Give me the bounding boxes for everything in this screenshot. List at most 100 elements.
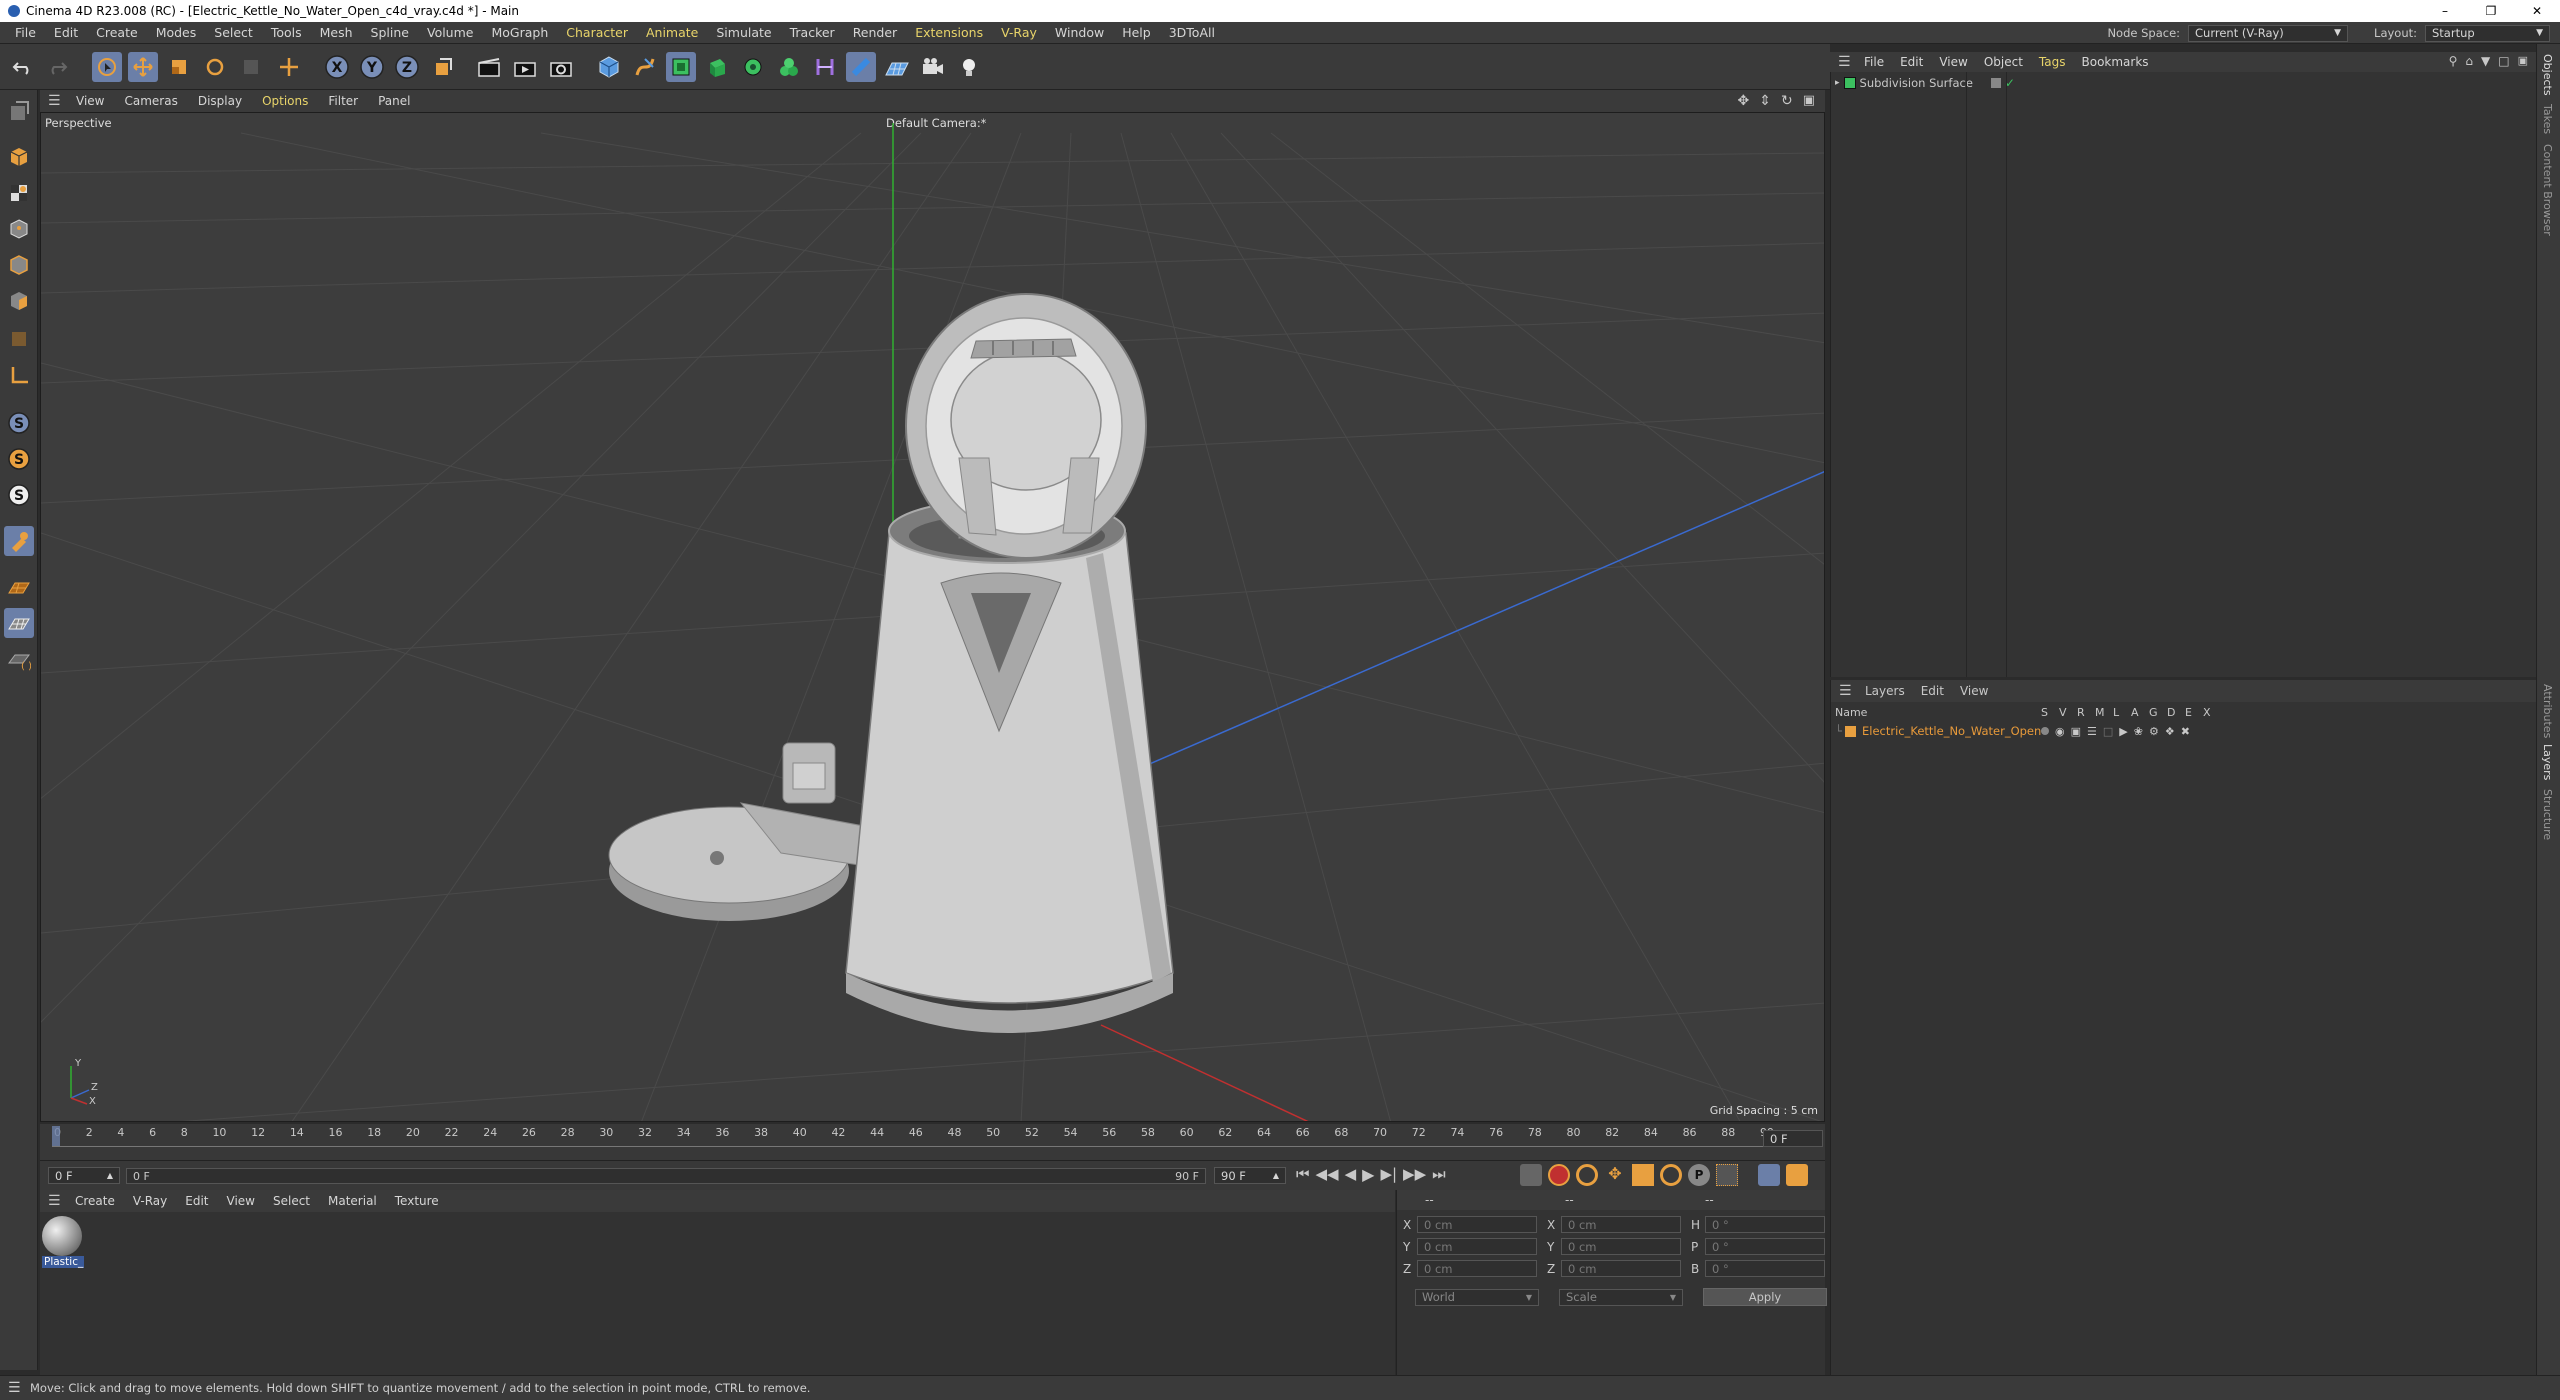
home-icon[interactable]: ⌂ — [2465, 54, 2473, 68]
undo-button[interactable] — [8, 52, 38, 82]
render-settings-button[interactable] — [546, 52, 576, 82]
position-x-field[interactable]: 0 cm — [1417, 1216, 1537, 1233]
search-icon[interactable]: ⚲ — [2449, 54, 2458, 68]
x-axis-lock-button[interactable]: X — [322, 52, 352, 82]
hamburger-icon[interactable]: ☰ — [1831, 683, 1857, 699]
key-pla-icon[interactable] — [1716, 1164, 1738, 1186]
menu-file[interactable]: File — [6, 25, 45, 40]
menu-mesh[interactable]: Mesh — [311, 25, 362, 40]
layer-name[interactable]: Electric_Kettle_No_Water_Open — [1862, 724, 2041, 738]
menu-3dtoall[interactable]: 3DToAll — [1160, 25, 1224, 40]
rotate-view-icon[interactable]: ↻ — [1781, 93, 1793, 109]
light-button[interactable] — [954, 52, 984, 82]
edges-mode-button[interactable] — [4, 250, 34, 280]
material-menu-texture[interactable]: Texture — [386, 1194, 448, 1208]
viewport-menu-cameras[interactable]: Cameras — [114, 94, 187, 108]
3d-viewport[interactable]: Perspective Default Camera:* Y Z X Grid … — [40, 112, 1825, 1122]
menu-help[interactable]: Help — [1113, 25, 1160, 40]
pen-spline-button[interactable] — [630, 52, 660, 82]
extrude-button[interactable] — [702, 52, 732, 82]
layer-manager-icon[interactable]: ☰ — [2087, 725, 2097, 738]
layer-color-swatch[interactable] — [1845, 725, 1856, 737]
locked-workplane-button[interactable] — [4, 572, 34, 602]
minimize-button[interactable]: – — [2422, 0, 2468, 22]
material-item[interactable]: Plastic_E — [42, 1216, 84, 1268]
menu-mograph[interactable]: MoGraph — [482, 25, 557, 40]
layer-xref-icon[interactable]: ✖ — [2181, 725, 2190, 738]
live-selection-button[interactable] — [92, 52, 122, 82]
key-rotation-icon[interactable] — [1660, 1164, 1682, 1186]
viewport-menu-panel[interactable]: Panel — [368, 94, 420, 108]
cube-object-button[interactable] — [594, 52, 624, 82]
tab-attributes[interactable]: Attributes — [2541, 684, 2554, 738]
object-menu-edit[interactable]: Edit — [1892, 55, 1931, 69]
hamburger-icon[interactable]: ☰ — [40, 1193, 66, 1209]
layer-visible-eye-icon[interactable]: ◉ — [2055, 725, 2065, 738]
layer-menu-view[interactable]: View — [1952, 684, 1996, 698]
object-menu-tags[interactable]: Tags — [2031, 55, 2074, 69]
coordinate-mode-dropdown[interactable]: World ▼ — [1415, 1288, 1539, 1306]
object-row-subdivision-surface[interactable]: ▸ Subdivision Surface ✓ — [1835, 76, 2015, 90]
snap-button[interactable]: S — [4, 408, 34, 438]
autokey-icon[interactable] — [1576, 1164, 1598, 1186]
scale-tool-button[interactable] — [164, 52, 194, 82]
menu-character[interactable]: Character — [557, 25, 637, 40]
playhead-marker[interactable] — [52, 1126, 60, 1146]
editor-visibility-icon[interactable] — [1990, 78, 2001, 88]
motion-record-icon[interactable] — [1520, 1164, 1542, 1186]
position-y-field[interactable]: 0 cm — [1417, 1238, 1537, 1255]
next-frame-icon[interactable]: ▶| — [1380, 1165, 1397, 1184]
material-menu-view[interactable]: View — [218, 1194, 264, 1208]
recent-tools-button[interactable] — [236, 52, 266, 82]
menu-create[interactable]: Create — [87, 25, 147, 40]
coordinate-system-button[interactable] — [428, 52, 458, 82]
deformer-button[interactable] — [810, 52, 840, 82]
material-menu-create[interactable]: Create — [66, 1194, 124, 1208]
key-scale-icon[interactable] — [1632, 1164, 1654, 1186]
key-parameter-icon[interactable]: P — [1688, 1164, 1710, 1186]
hamburger-icon[interactable]: ☰ — [8, 1380, 21, 1396]
tab-structure[interactable]: Structure — [2541, 789, 2554, 840]
viewport-menu-display[interactable]: Display — [188, 94, 252, 108]
make-editable-button[interactable] — [4, 96, 34, 126]
end-frame-field[interactable]: 90 F ▲ — [1214, 1167, 1286, 1184]
material-menu-material[interactable]: Material — [319, 1194, 386, 1208]
previous-key-icon[interactable]: ◀◀ — [1316, 1165, 1339, 1184]
next-key-icon[interactable]: ▶▶ — [1403, 1165, 1426, 1184]
size-y-field[interactable]: 0 cm — [1561, 1238, 1681, 1255]
object-menu-bookmarks[interactable]: Bookmarks — [2074, 55, 2157, 69]
layer-menu-edit[interactable]: Edit — [1913, 684, 1952, 698]
xpresso-button[interactable]: ( ) — [4, 644, 34, 674]
previous-frame-icon[interactable]: ◀ — [1345, 1165, 1357, 1184]
new-window-icon[interactable]: □ — [2498, 54, 2509, 68]
rotation-p-field[interactable]: 0 ° — [1705, 1238, 1825, 1255]
menu-animate[interactable]: Animate — [637, 25, 707, 40]
layer-render-icon[interactable]: ▣ — [2071, 725, 2081, 738]
field-button[interactable] — [846, 52, 876, 82]
material-menu-select[interactable]: Select — [264, 1194, 319, 1208]
transform-mode-dropdown[interactable]: Scale ▼ — [1559, 1288, 1683, 1306]
node-space-dropdown[interactable]: Current (V-Ray) ▼ — [2188, 24, 2349, 42]
object-menu-object[interactable]: Object — [1976, 55, 2031, 69]
maximize-button[interactable]: ❐ — [2468, 0, 2514, 22]
lock-icon[interactable]: ▣ — [2518, 54, 2528, 68]
viewport-menu-filter[interactable]: Filter — [318, 94, 368, 108]
layer-solo-icon[interactable] — [2041, 727, 2049, 735]
subdivision-surface-button[interactable] — [666, 52, 696, 82]
go-to-start-icon[interactable]: ⏮ — [1296, 1165, 1310, 1184]
rotate-tool-button[interactable] — [200, 52, 230, 82]
render-to-picture-viewer-button[interactable] — [510, 52, 540, 82]
apply-button[interactable]: Apply — [1703, 1288, 1827, 1306]
cloner-button[interactable] — [738, 52, 768, 82]
viewport-menu-view[interactable]: View — [66, 94, 114, 108]
menu-vray[interactable]: V-Ray — [992, 25, 1046, 40]
layer-animation-icon[interactable]: ▶ — [2119, 725, 2127, 738]
layer-deformer-icon[interactable]: ⚙ — [2149, 725, 2159, 738]
z-axis-lock-button[interactable]: Z — [392, 52, 422, 82]
workplane-snap-button[interactable]: S — [4, 480, 34, 510]
planar-workplane-button[interactable] — [4, 608, 34, 638]
snap-settings-button[interactable]: S — [4, 444, 34, 474]
axis-mode-button[interactable] — [4, 360, 34, 390]
tab-content-browser[interactable]: Content Browser — [2541, 144, 2554, 236]
maximize-view-icon[interactable]: ▣ — [1803, 93, 1815, 109]
